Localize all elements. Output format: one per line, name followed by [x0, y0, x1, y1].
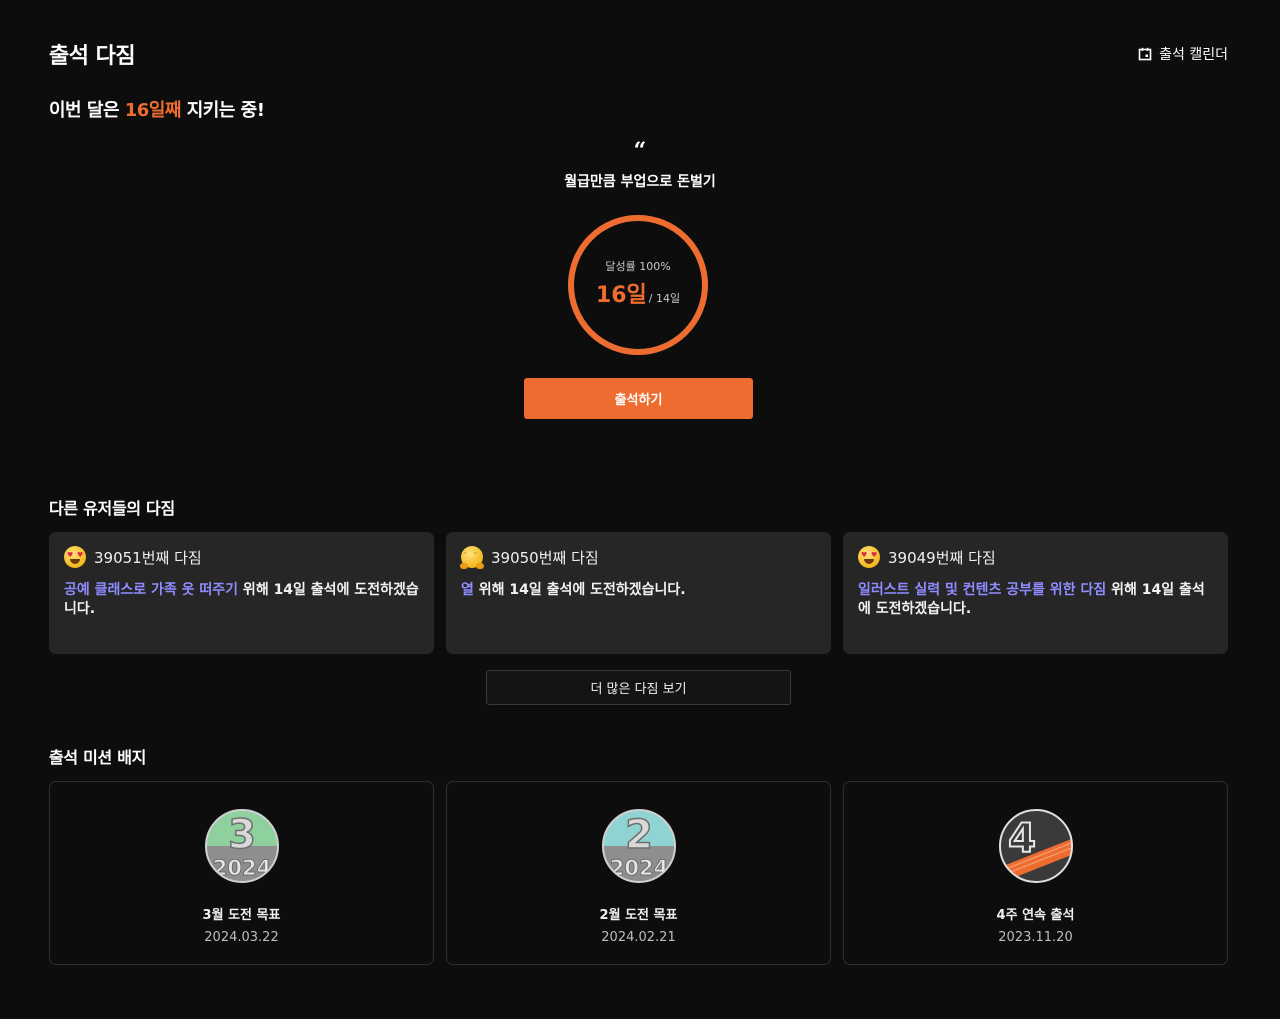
- calendar-link-label: 출석 캘린더: [1159, 47, 1228, 63]
- pledge-rest: 위해 14일 출석에 도전하겠습니다.: [473, 582, 686, 598]
- pledge-card-header: ♥ ♥ 39049번째 다짐: [858, 546, 1213, 568]
- pledge-goal-link[interactable]: 공예 클래스로 가족 옷 떠주기: [64, 582, 238, 598]
- attendance-page: 출석 다짐 출석 캘린더 이번 달은 16일째 지키는 중! “ 월급만큼 부업…: [0, 0, 1280, 1019]
- pledge-text: 열 위해 14일 출석에 도전하겠습니다.: [461, 581, 816, 600]
- badge-date: 2023.11.20: [998, 930, 1073, 945]
- pledge-text: 일러스트 실력 및 컨텐츠 공부를 위한 다짐 위해 14일 출석에 도전하겠습…: [858, 581, 1213, 619]
- pledge-number: 39051번째 다짐: [94, 548, 202, 567]
- streak-days: 16일째: [124, 100, 182, 121]
- calendar-link[interactable]: 출석 캘린더: [1138, 44, 1228, 64]
- pledge-card[interactable]: ♥ ♥ 39049번째 다짐 일러스트 실력 및 컨텐츠 공부를 위한 다짐 위해…: [843, 532, 1228, 654]
- others-section-title: 다른 유저들의 다짐: [49, 499, 175, 518]
- headline-suffix: 지키는 중!: [180, 100, 265, 121]
- badge-title: 4주 연속 출석: [996, 908, 1075, 923]
- badge-date: 2024.02.21: [601, 930, 676, 945]
- more-pledges-button[interactable]: 더 많은 다짐 보기: [486, 670, 791, 705]
- svg-text:4: 4: [1008, 816, 1036, 862]
- badge-card[interactable]: 3 2024 3월 도전 목표 2024.03.22: [49, 781, 434, 965]
- march-2024-badge-icon: 3 2024: [205, 809, 279, 883]
- badges-section-title: 출석 미션 배지: [49, 748, 147, 767]
- page-title: 출석 다짐: [49, 44, 136, 69]
- heart-eyes-emoji-icon: ♥ ♥: [64, 546, 86, 568]
- ring-days-row: 16일/ 14일: [566, 277, 710, 309]
- heart-eyes-emoji-icon: ♥ ♥: [858, 546, 880, 568]
- pledge-number: 39050번째 다짐: [491, 548, 599, 567]
- hugging-face-emoji-icon: ᵔᵔ: [460, 546, 484, 569]
- progress-ring: 달성률 100% 16일/ 14일: [566, 213, 710, 357]
- pledge-card-header: ᵔᵔ 39050번째 다짐: [460, 546, 816, 569]
- badge-date: 2024.03.22: [204, 930, 279, 945]
- quote-icon: “: [633, 138, 647, 164]
- headline-prefix: 이번 달은: [49, 100, 125, 121]
- badge-title: 3월 도전 목표: [202, 908, 281, 923]
- pledge-number: 39049번째 다짐: [888, 548, 996, 567]
- pledge-card[interactable]: ᵔᵔ 39050번째 다짐 열 위해 14일 출석에 도전하겠습니다.: [446, 532, 831, 654]
- badge-title: 2월 도전 목표: [599, 908, 678, 923]
- svg-text:2: 2: [625, 812, 653, 858]
- svg-text:3: 3: [228, 812, 256, 858]
- pledge-goal-link[interactable]: 일러스트 실력 및 컨텐츠 공부를 위한 다짐: [858, 582, 1106, 598]
- my-goal-text: 월급만큼 부업으로 돈벌기: [564, 174, 716, 190]
- pledge-text: 공예 클래스로 가족 옷 떠주기 위해 14일 출석에 도전하겠습니다.: [64, 581, 419, 619]
- achievement-rate: 달성률 100%: [605, 260, 671, 273]
- monthly-streak-headline: 이번 달은 16일째 지키는 중!: [49, 96, 265, 122]
- target-days: / 14일: [648, 292, 681, 305]
- attend-button[interactable]: 출석하기: [524, 378, 753, 419]
- pledge-card-header: ♥ ♥ 39051번째 다짐: [64, 546, 419, 568]
- pledge-goal-link[interactable]: 열: [461, 582, 474, 598]
- attended-days: 16일: [595, 283, 647, 308]
- pledge-card[interactable]: ♥ ♥ 39051번째 다짐 공예 클래스로 가족 옷 떠주기 위해 14일 출석…: [49, 532, 434, 654]
- badge-card[interactable]: 2 2024 2월 도전 목표 2024.02.21: [446, 781, 831, 965]
- february-2024-badge-icon: 2 2024: [602, 809, 676, 883]
- four-week-streak-badge-icon: 4: [999, 809, 1073, 883]
- badge-card[interactable]: 4 4주 연속 출석 2023.11.20: [843, 781, 1228, 965]
- calendar-icon: [1138, 47, 1152, 61]
